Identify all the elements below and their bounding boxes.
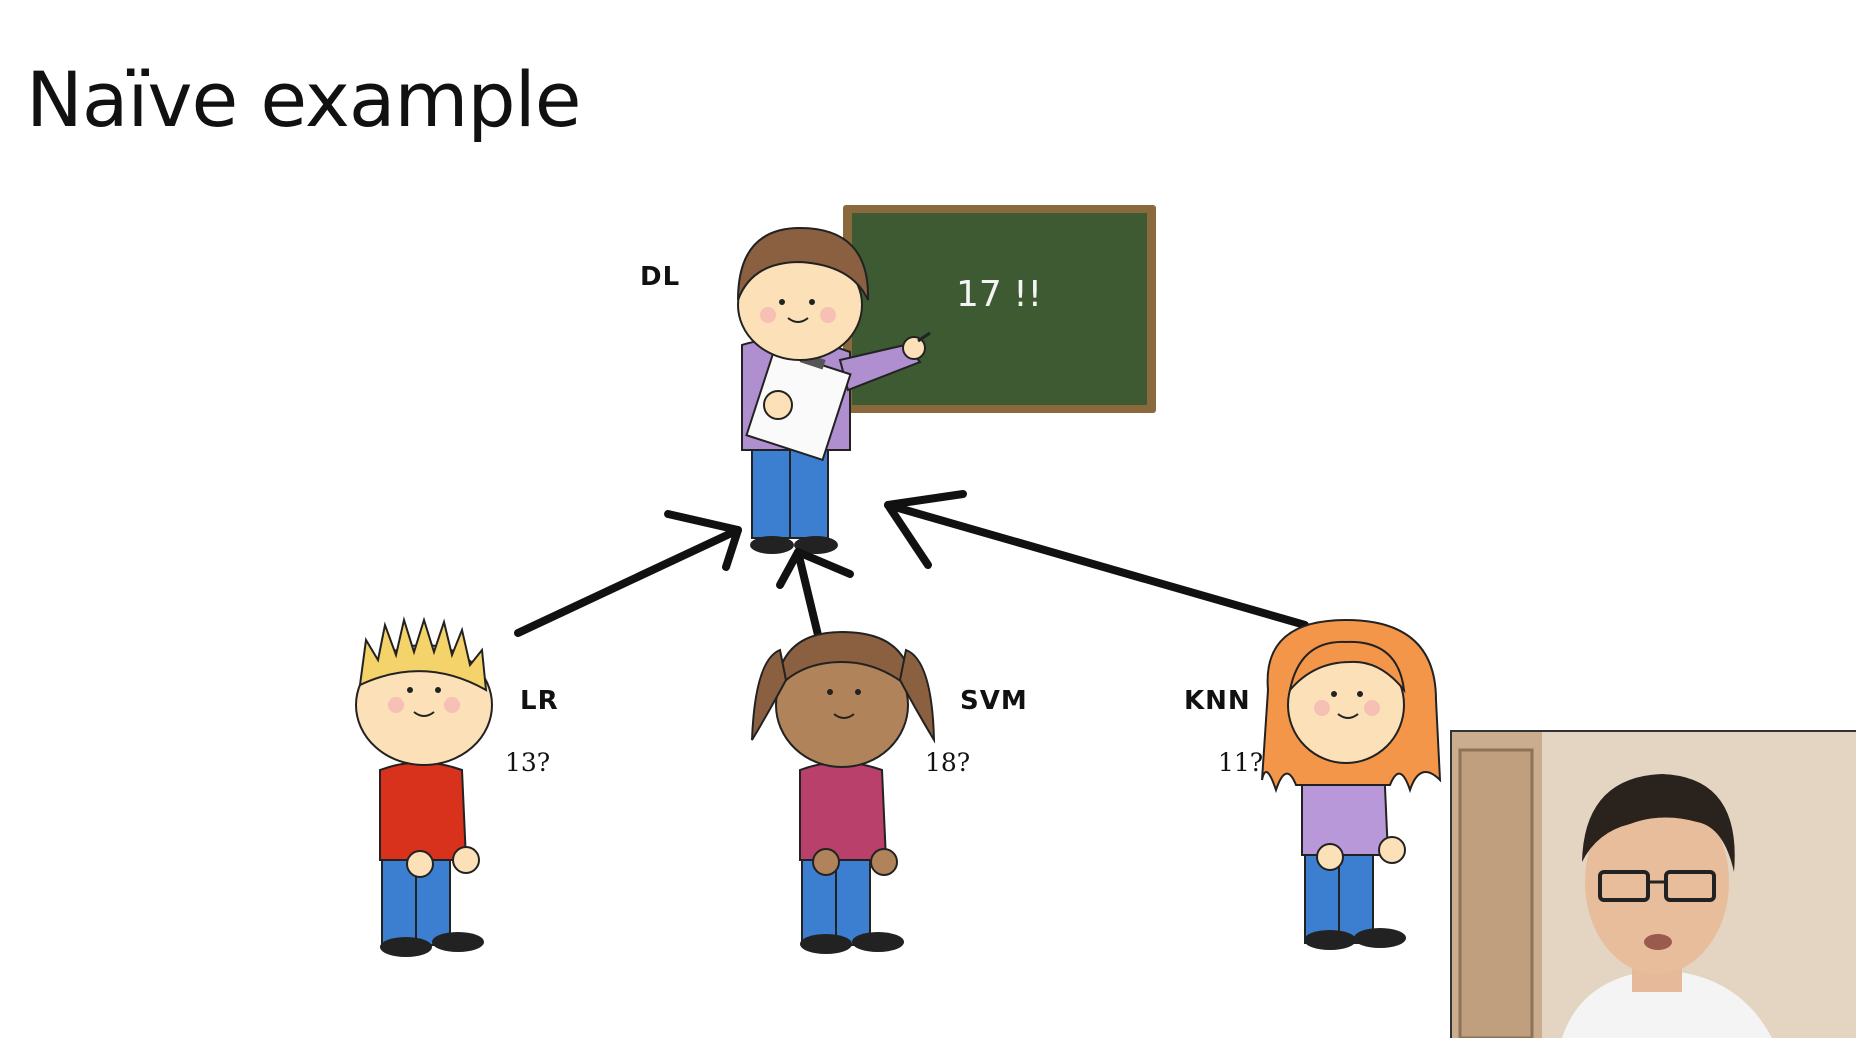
- arrow-svm-head: [776, 548, 854, 589]
- svm-label: SVM: [960, 686, 1028, 716]
- lr-guess: 13?: [505, 748, 551, 777]
- teacher-label: DL: [640, 262, 681, 292]
- knn-label: KNN: [1184, 686, 1251, 716]
- svm-guess: 18?: [925, 748, 971, 777]
- arrow-knn: [884, 501, 1309, 629]
- arrows: [514, 490, 1309, 639]
- chalkboard-text: 17 !!: [956, 274, 1043, 315]
- knn-guess: 11?: [1218, 748, 1264, 777]
- knn-student-figure: [1261, 618, 1442, 950]
- lr-label: LR: [520, 686, 559, 716]
- presenter-video-frame: [1452, 732, 1856, 1038]
- arrow-knn-head: [884, 490, 967, 569]
- slide: Naïve example 17 !! DL LR 13? SVM 18? KN…: [0, 0, 1856, 1038]
- arrow-lr: [514, 526, 742, 637]
- lr-student-figure: [355, 616, 493, 957]
- arrow-svm: [794, 548, 822, 639]
- svm-student-figure: [751, 630, 936, 954]
- presenter-webcam: [1450, 730, 1856, 1038]
